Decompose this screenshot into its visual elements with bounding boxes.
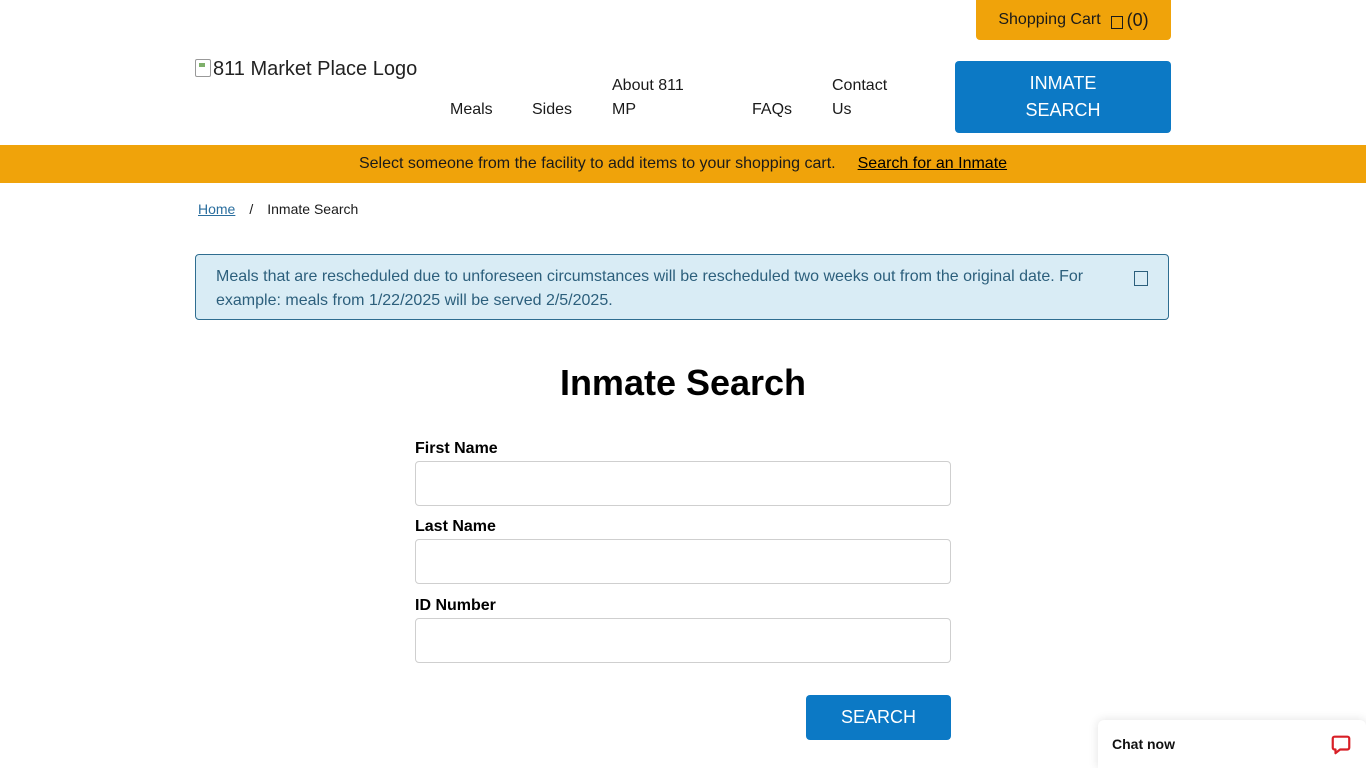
alert-text: Meals that are rescheduled due to unfore… [216,268,1084,309]
nav-faqs[interactable]: FAQs [752,98,792,122]
site-logo[interactable]: 811 Market Place Logo [195,58,417,88]
breadcrumb-home-link[interactable]: Home [198,201,235,217]
breadcrumb-current: Inmate Search [267,201,359,217]
broken-image-icon [195,59,211,77]
search-button-label: SEARCH [840,707,916,727]
chat-label: Chat now [1112,736,1175,752]
id-number-label: ID Number [415,597,496,614]
first-name-input[interactable] [415,461,951,506]
page-title: Inmate Search [559,362,807,403]
shopping-cart-label: Shopping Cart [998,11,1101,28]
search-button[interactable]: SEARCH [806,695,951,740]
logo-alt-text: 811 Market Place Logo [213,58,418,80]
nav-contact[interactable]: Contact Us [832,74,902,122]
first-name-label: First Name [415,440,498,457]
last-name-label: Last Name [415,518,496,535]
last-name-input[interactable] [415,539,951,584]
reschedule-alert: Meals that are rescheduled due to unfore… [195,254,1169,320]
cart-icon [1110,15,1123,29]
nav-about[interactable]: About 811 MP [612,74,702,122]
chat-bubble-icon [1331,735,1351,755]
select-inmate-banner: Select someone from the facility to add … [0,145,1366,183]
nav-sides[interactable]: Sides [532,98,572,122]
inmate-search-button-label: INMATE SEARCH [1025,73,1101,120]
shopping-cart-button[interactable]: Shopping Cart (0) [976,0,1171,40]
chat-widget[interactable]: Chat now [1098,720,1366,768]
inmate-search-button[interactable]: INMATE SEARCH [955,61,1171,133]
nav-meals[interactable]: Meals [450,98,493,122]
cart-count: (0) [1126,9,1149,30]
id-number-input[interactable] [415,618,951,663]
search-inmate-link[interactable]: Search for an Inmate [858,155,1007,173]
breadcrumb-separator: / [249,201,254,217]
close-icon[interactable] [1134,271,1148,286]
banner-text: Select someone from the facility to add … [358,155,836,172]
breadcrumb: Home / Inmate Search [198,201,358,217]
